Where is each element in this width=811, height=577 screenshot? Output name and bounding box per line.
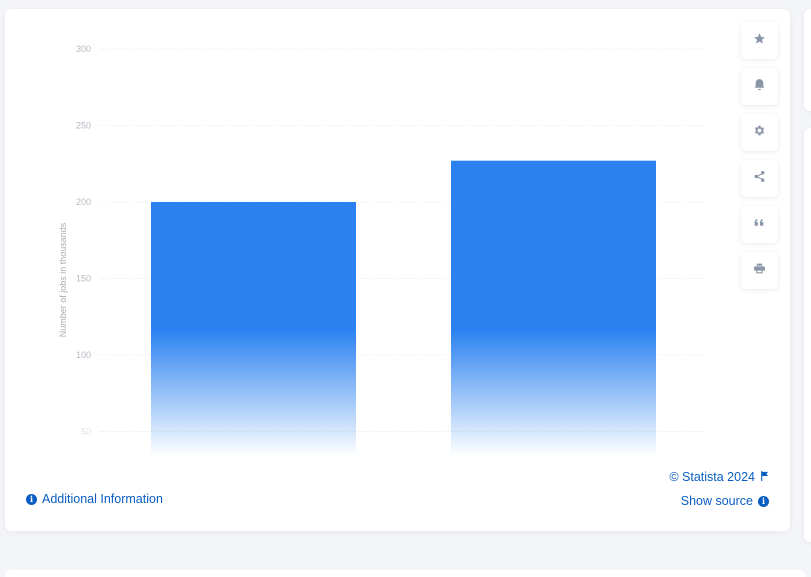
bell-icon	[753, 78, 766, 96]
y-tick-label: 300	[76, 44, 91, 54]
show-source-link[interactable]: Show source i	[681, 494, 769, 508]
y-tick-label: 200	[76, 197, 91, 207]
notification-button[interactable]	[741, 68, 778, 105]
print-icon	[753, 262, 766, 280]
bar-1[interactable]	[151, 202, 356, 456]
bar-2[interactable]	[451, 160, 656, 456]
info-icon: i	[26, 493, 37, 505]
show-source-label: Show source	[680, 494, 753, 508]
flag-icon	[760, 470, 769, 484]
y-tick-label: 100	[76, 350, 91, 360]
y-axis-label: Number of jobs in thousands	[58, 222, 68, 337]
cite-button[interactable]	[741, 206, 778, 243]
quote-icon	[753, 216, 766, 234]
y-tick-label: 250	[76, 121, 91, 131]
copyright-label: © Statista 2024	[669, 470, 755, 484]
print-button[interactable]	[741, 252, 778, 289]
favorite-button[interactable]	[741, 22, 778, 59]
share-button[interactable]	[741, 160, 778, 197]
statista-copyright[interactable]: © Statista 2024	[669, 470, 769, 484]
info-icon: i	[758, 495, 769, 507]
star-icon	[753, 32, 766, 50]
additional-information-label: Additional Information	[42, 492, 163, 506]
y-tick-label: 150	[76, 274, 91, 284]
settings-button[interactable]	[741, 114, 778, 151]
gear-icon	[753, 124, 766, 142]
bar-chart: 50 100 150 200 250 300 Number of jobs in thou…	[58, 44, 705, 456]
additional-information-link[interactable]: i Additional Information	[26, 492, 163, 506]
share-icon	[753, 170, 766, 188]
y-tick-label: 50	[81, 427, 91, 437]
